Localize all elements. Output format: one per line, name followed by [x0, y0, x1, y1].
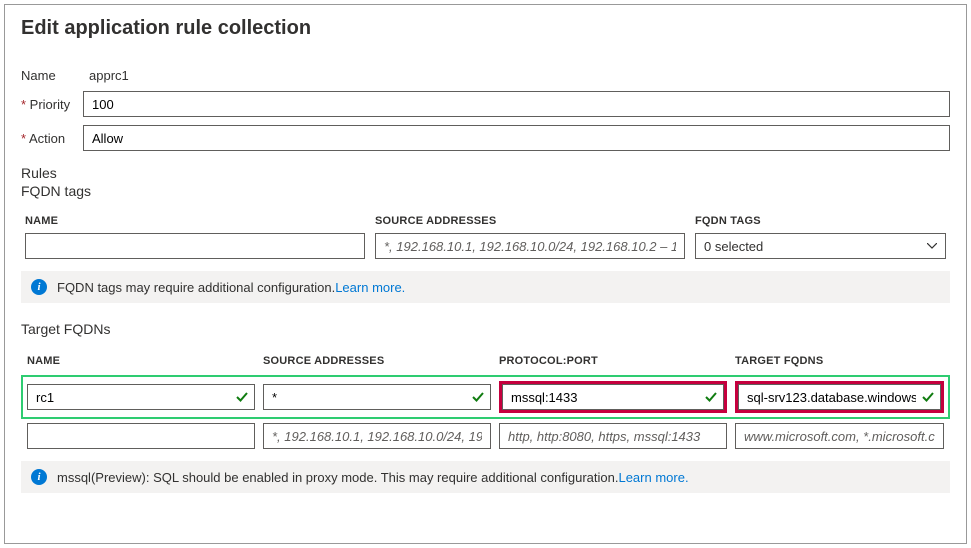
- target-fqdns-label: Target FQDNs: [21, 321, 950, 337]
- fqdn-tags-dropdown-value: 0 selected: [704, 239, 763, 254]
- header-name: NAME: [25, 215, 365, 227]
- learn-more-link[interactable]: Learn more.: [618, 470, 688, 485]
- fqdn-tags-grid: NAME SOURCE ADDRESSES FQDN TAGS 0 select…: [21, 209, 950, 259]
- rule-source-cell: [263, 384, 491, 410]
- rules-label: Rules: [21, 165, 950, 181]
- action-input[interactable]: [83, 125, 950, 151]
- priority-label: Priority: [21, 97, 83, 112]
- rule-name-cell: [27, 384, 255, 410]
- name-value: apprc1: [83, 68, 129, 83]
- chevron-down-icon: [927, 243, 937, 249]
- info-icon: i: [31, 279, 47, 295]
- rule-target-cell: [735, 381, 944, 413]
- check-icon: [471, 390, 485, 404]
- rule-name-input[interactable]: [27, 384, 255, 410]
- target-fqdns-grid: NAME SOURCE ADDRESSES PROTOCOL:PORT TARG…: [21, 349, 950, 449]
- header-name: NAME: [27, 355, 255, 367]
- check-icon: [235, 390, 249, 404]
- check-icon: [704, 390, 718, 404]
- header-source: SOURCE ADDRESSES: [263, 355, 491, 367]
- empty-target-input[interactable]: [735, 423, 944, 449]
- header-tags: FQDN TAGS: [695, 215, 946, 227]
- priority-row: Priority: [21, 91, 950, 117]
- name-label: Name: [21, 68, 83, 83]
- rule-protocol-input[interactable]: [502, 384, 724, 410]
- info-icon: i: [31, 469, 47, 485]
- empty-protocol-input[interactable]: [499, 423, 727, 449]
- page-title: Edit application rule collection: [21, 17, 950, 40]
- action-label: Action: [21, 131, 83, 146]
- fqdn-name-input[interactable]: [25, 233, 365, 259]
- learn-more-link[interactable]: Learn more.: [335, 280, 405, 295]
- fqdn-tags-headers: NAME SOURCE ADDRESSES FQDN TAGS: [21, 209, 950, 233]
- target-headers: NAME SOURCE ADDRESSES PROTOCOL:PORT TARG…: [21, 349, 950, 375]
- target-fqdns-info-bar: i mssql(Preview): SQL should be enabled …: [21, 461, 950, 493]
- fqdn-tags-info-text: FQDN tags may require additional configu…: [57, 280, 335, 295]
- header-target: TARGET FQDNS: [735, 355, 944, 367]
- check-icon: [921, 390, 935, 404]
- action-row: Action: [21, 125, 950, 151]
- target-fqdns-info-text: mssql(Preview): SQL should be enabled in…: [57, 470, 618, 485]
- target-row-highlighted: [21, 375, 950, 419]
- header-source: SOURCE ADDRESSES: [375, 215, 685, 227]
- fqdn-tags-info-bar: i FQDN tags may require additional confi…: [21, 271, 950, 303]
- fqdn-source-input[interactable]: [375, 233, 685, 259]
- target-empty-row: [21, 419, 950, 449]
- priority-input[interactable]: [83, 91, 950, 117]
- empty-source-input[interactable]: [263, 423, 491, 449]
- empty-name-input[interactable]: [27, 423, 255, 449]
- name-row: Name apprc1: [21, 68, 950, 83]
- fqdn-tags-row: 0 selected: [21, 233, 950, 259]
- header-protocol: PROTOCOL:PORT: [499, 355, 727, 367]
- rule-source-input[interactable]: [263, 384, 491, 410]
- fqdn-tags-dropdown[interactable]: 0 selected: [695, 233, 946, 259]
- rule-target-input[interactable]: [738, 384, 941, 410]
- edit-rule-collection-panel: Edit application rule collection Name ap…: [4, 4, 967, 544]
- rule-protocol-cell: [499, 381, 727, 413]
- fqdn-tags-label: FQDN tags: [21, 183, 950, 199]
